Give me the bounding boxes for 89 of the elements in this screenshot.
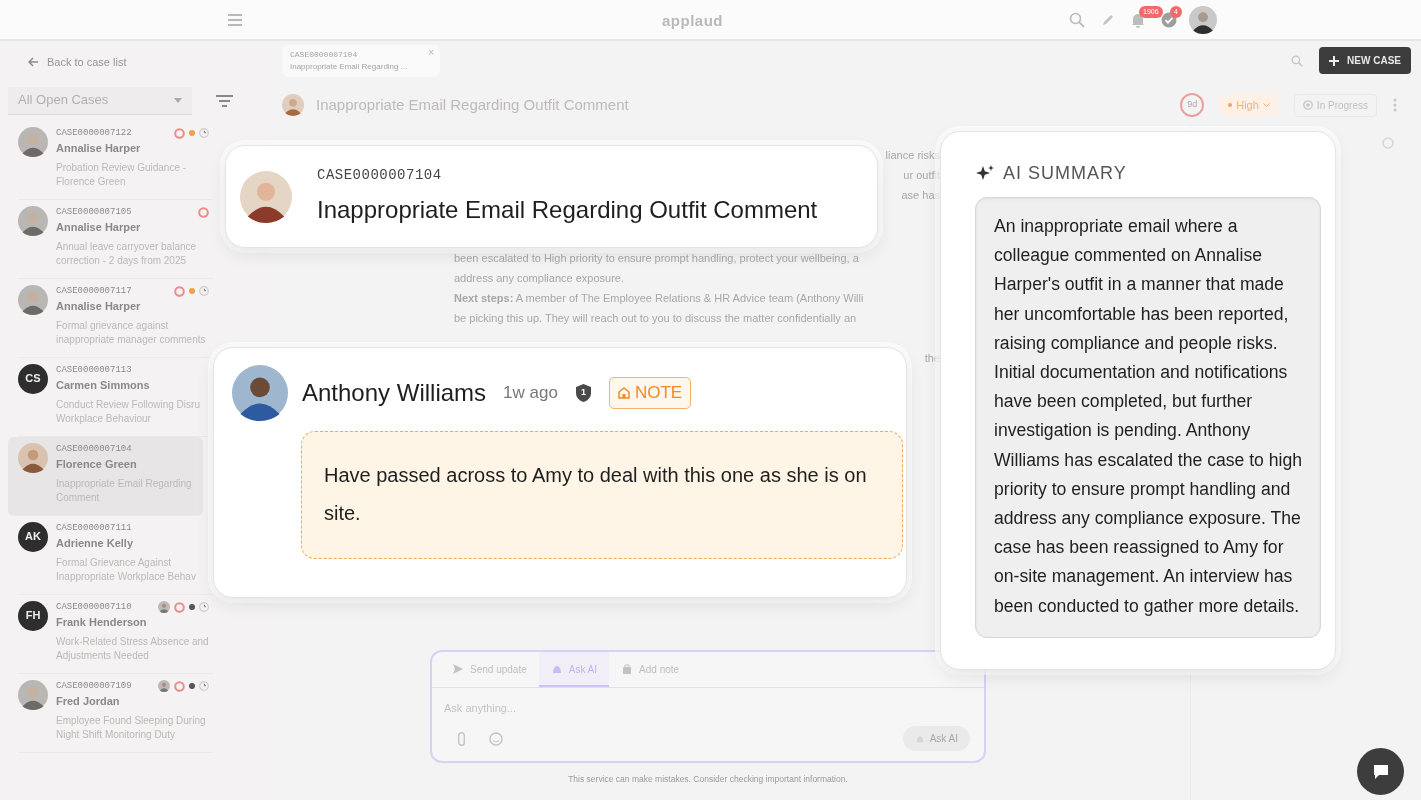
bell-icon[interactable] (1131, 11, 1145, 28)
status-icon (1382, 137, 1394, 149)
avatar (158, 680, 170, 693)
case-description: Formal grievance against inappropriate manager comments (56, 318, 207, 347)
avatar: AK (18, 521, 48, 552)
chat-icon (1371, 762, 1390, 781)
case-number: CASE0000007122 (56, 126, 132, 140)
avatar (18, 284, 48, 315)
search-icon[interactable] (1291, 54, 1304, 67)
avatar (18, 679, 48, 710)
composer-tab[interactable]: Send update (440, 651, 539, 687)
disclaimer-text: This service can make mistakes. Consider checking important information. (567, 773, 849, 786)
level-number: 1 (580, 386, 586, 400)
case-title: Inappropriate Email Regarding Outfit Comment (317, 195, 818, 225)
case-name: Annalise Harper (56, 220, 142, 235)
paperclip-icon[interactable] (458, 731, 465, 746)
clock-icon (199, 681, 209, 692)
caret-icon (174, 97, 182, 103)
case-description: Probation Review Guidance - Florence Green (56, 160, 188, 189)
message-text: been escalated to High priority to ensure prompt handling, protect your wellbeing, a (454, 251, 860, 266)
case-name: Carmen Simmons (56, 378, 151, 393)
new-case-button[interactable]: NEW CASE (1319, 47, 1411, 74)
case-name: Fred Jordan (56, 694, 121, 709)
avatar (282, 94, 304, 116)
priority-dot (1228, 103, 1233, 107)
status-ring-icon (198, 206, 209, 218)
composer-tab[interactable]: Add note (609, 651, 692, 687)
emoji-icon[interactable] (489, 731, 503, 746)
case-number: CASE0000007104 (317, 166, 443, 185)
case-list-item[interactable]: CASE0000007117 Annalise Harper Formal grievance against inappropriate manager comments (18, 278, 213, 358)
pencil-icon[interactable] (1101, 12, 1115, 27)
case-number: CASE0000007117 (56, 284, 132, 298)
avatar (18, 442, 48, 473)
section-heading: AI SUMMARY (1003, 162, 1127, 185)
case-number: CASE0000007105 (56, 205, 132, 219)
case-name: Frank Henderson (56, 615, 148, 630)
case-description: Formal Grievance Against Inappropriate Workplace Behav (56, 555, 197, 584)
case-number: CASE0000007113 (56, 363, 132, 377)
summary-text: An inappropriate email where a colleague commented on Annalise Harper's outfit in a manner that made her uncomfortable has been reported, raising compliance and people risks. Initial documentation and notifications have been completed, but further investigation is pending. Anthony Williams has escalated the case to high priority to ensure prompt handling and address any compliance exposure. The case has been reassigned to Amy for on-site management. An interview has been conducted to gather more details. (975, 197, 1321, 638)
status-ring-icon (174, 285, 185, 297)
send-icon (452, 663, 464, 676)
arrow-left-icon (28, 57, 39, 68)
menu-icon[interactable] (227, 12, 243, 27)
status-ring-icon (174, 680, 185, 692)
status-ring-icon (174, 127, 185, 139)
clock-icon (199, 128, 209, 139)
timestamp: 1w ago (503, 382, 558, 405)
case-name: Adrienne Kelly (56, 536, 135, 551)
plus-icon (1329, 55, 1340, 66)
composer-tab[interactable]: Ask AI (538, 651, 610, 687)
avatar (158, 601, 170, 614)
age-indicator: 9d (1180, 93, 1205, 117)
avatar (18, 126, 48, 157)
more-icon[interactable] (1393, 98, 1397, 112)
progress-icon (1302, 100, 1313, 110)
logo: applaud (662, 11, 723, 31)
case-number: CASE0000007109 (56, 679, 132, 693)
avatar (232, 365, 288, 421)
message-text: be picking this up. They will reach out to you to discuss the matter confidentially an (454, 311, 858, 326)
case-tab[interactable]: CASE0000007104 Inappropriate Email Regarding ... × (282, 45, 440, 77)
caret-icon (1262, 102, 1270, 108)
case-name: Annalise Harper (56, 299, 142, 314)
note-tag: NOTE (608, 377, 692, 409)
filter-dropdown[interactable]: All Open Cases (8, 86, 192, 115)
avatar: FH (18, 600, 48, 631)
author-name: Anthony Williams (302, 378, 487, 408)
close-tab-button[interactable]: × (428, 48, 434, 58)
avatar (18, 205, 48, 236)
user-avatar[interactable] (1189, 5, 1217, 34)
note-text: Have passed across to Amy to deal with this one as she is on site. (301, 431, 903, 559)
message-text: Next steps: A member of The Employee Relations & HR Advice team (Anthony Willi (454, 291, 865, 306)
clock-icon (199, 602, 209, 613)
message-text: address any compliance exposure. (454, 271, 625, 286)
case-name: Annalise Harper (56, 141, 142, 156)
priority-dropdown[interactable]: High (1220, 93, 1278, 117)
case-name: Florence Green (56, 457, 138, 472)
back-link[interactable]: Back to case list (28, 54, 256, 71)
case-number: CASE0000007111 (56, 521, 132, 535)
filter-icon[interactable] (216, 94, 233, 107)
case-list-item[interactable]: CASE0000007122 Annalise Harper Probation Review Guidance - Florence Green (18, 120, 213, 200)
clock-icon (199, 286, 209, 297)
case-number: CASE0000007104 (56, 442, 132, 456)
case-title: Inappropriate Email Regarding Outfit Comment (316, 94, 629, 115)
shield-icon (575, 384, 591, 402)
status-ring-icon (174, 601, 185, 613)
avatar (240, 170, 292, 223)
search-icon[interactable] (1069, 11, 1085, 28)
avatar: CS (18, 363, 48, 394)
case-number: CASE0000007110 (56, 600, 132, 614)
